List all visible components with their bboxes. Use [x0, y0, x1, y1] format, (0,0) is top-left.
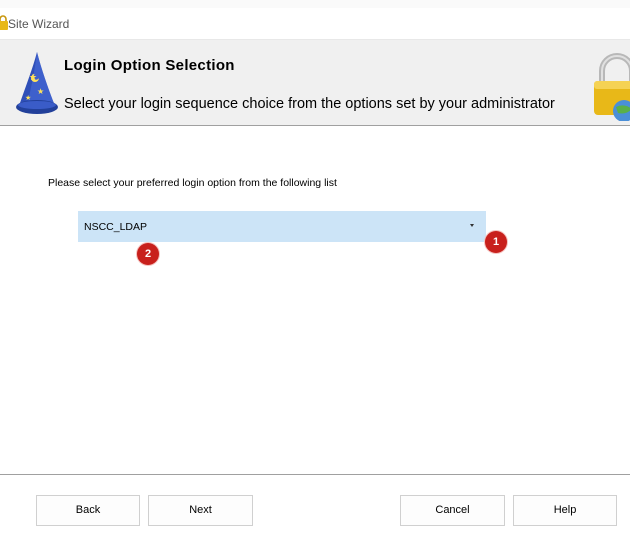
window-title: Site Wizard — [8, 17, 70, 31]
top-strip — [0, 0, 630, 8]
dropdown-arrow-icon[interactable] — [468, 221, 476, 229]
header-title: Login Option Selection — [64, 57, 235, 74]
footer-divider — [0, 474, 630, 475]
login-option-value: NSCC_LDAP — [84, 221, 148, 233]
cancel-button[interactable]: Cancel — [400, 495, 505, 526]
lock-globe-icon — [594, 53, 630, 121]
svg-text:★: ★ — [37, 87, 44, 96]
annotation-badge-2: 2 — [137, 243, 159, 265]
annotation-badge-1: 1 — [485, 231, 507, 253]
help-button[interactable]: Help — [513, 495, 617, 526]
wizard-header — [0, 40, 630, 126]
back-button[interactable]: Back — [36, 495, 140, 526]
next-button[interactable]: Next — [148, 495, 253, 526]
wizard-hat-icon: ★ ★ ★ — [16, 52, 58, 114]
instruction-text: Please select your preferred login optio… — [48, 177, 337, 189]
header-subtitle: Select your login sequence choice from t… — [64, 96, 555, 112]
login-option-dropdown[interactable]: NSCC_LDAP — [78, 211, 486, 242]
title-bar: Site Wizard — [0, 8, 630, 40]
